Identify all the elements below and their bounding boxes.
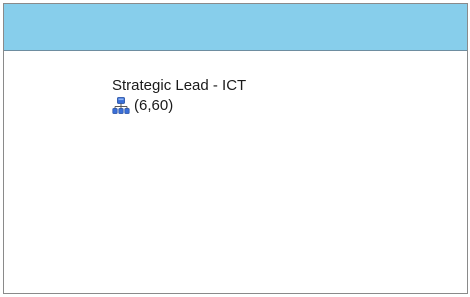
node-meta: (6,60) [112, 97, 246, 115]
node-count: (6,60) [134, 97, 174, 114]
org-node[interactable]: Strategic Lead - ICT (6,60) [112, 76, 246, 115]
org-chart-icon[interactable] [112, 97, 130, 115]
panel-header [4, 4, 467, 51]
node-title[interactable]: Strategic Lead - ICT [112, 76, 246, 96]
org-node-panel: Strategic Lead - ICT (6,60) [3, 3, 468, 294]
